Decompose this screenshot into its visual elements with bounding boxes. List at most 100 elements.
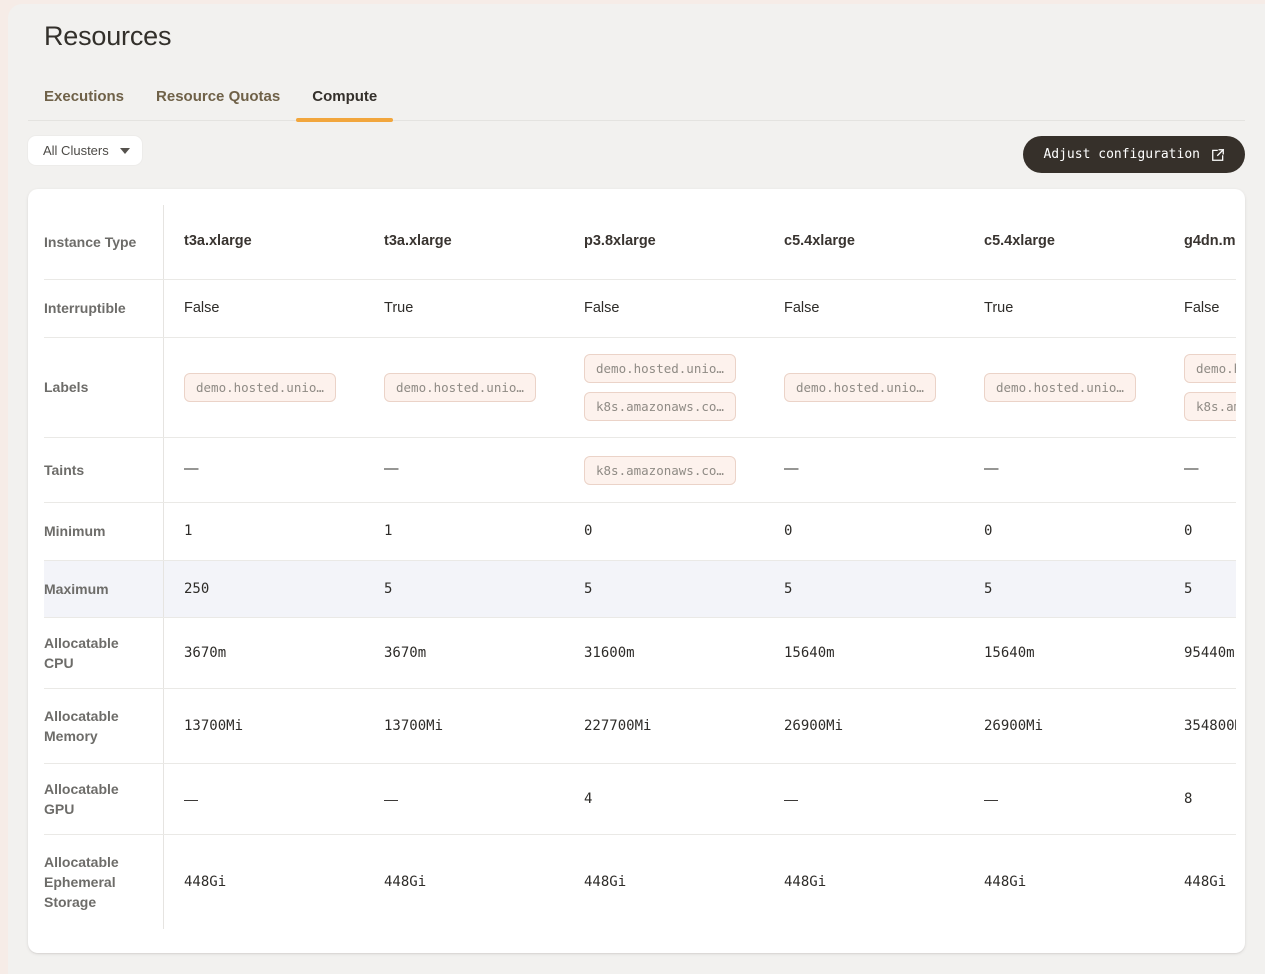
row-label-minimum: Minimum [44, 503, 164, 560]
table-row-allocatable-memory: Allocatable Memory13700Mi13700Mi227700Mi… [44, 688, 1236, 763]
main-panel: Resources Executions Resource Quotas Com… [8, 4, 1265, 974]
cell-minimum-col3: 0 [564, 503, 764, 560]
cell-allocatable-ephemeral-storage-col1: 448Gi [164, 835, 364, 929]
cell-interruptible-col2: True [364, 280, 564, 337]
row-label-labels: Labels [44, 338, 164, 437]
cell-instance-type-col5: c5.4xlarge [964, 205, 1164, 279]
cell-allocatable-memory-col6: 354800Mi [1164, 689, 1236, 763]
row-label-allocatable-cpu: Allocatable CPU [44, 618, 164, 688]
cell-allocatable-memory-col4: 26900Mi [764, 689, 964, 763]
controls-row: All Clusters Adjust configuration [28, 136, 1245, 173]
table-row-allocatable-gpu: Allocatable GPU——4——8 [44, 763, 1236, 834]
cell-instance-type-col4: c5.4xlarge [764, 205, 964, 279]
row-label-allocatable-ephemeral-storage: Allocatable Ephemeral Storage [44, 835, 164, 929]
cluster-filter-dropdown[interactable]: All Clusters [28, 136, 142, 165]
cell-allocatable-gpu-col2: — [364, 764, 564, 834]
cell-taints-col1: — [164, 438, 364, 502]
label-chip: demo.hosted.unio… [384, 373, 536, 402]
cell-minimum-col2: 1 [364, 503, 564, 560]
cell-allocatable-gpu-col6: 8 [1164, 764, 1236, 834]
table-row-labels: Labels demo.hosted.unio… demo.hosted.unio…… [44, 337, 1236, 437]
cell-minimum-col1: 1 [164, 503, 364, 560]
table-clip: Instance Typet3a.xlarget3a.xlargep3.8xla… [44, 205, 1236, 929]
tab-bar: Executions Resource Quotas Compute [28, 80, 1245, 121]
taint-chip: k8s.amazonaws.co… [584, 456, 736, 485]
cell-allocatable-ephemeral-storage-col6: 448Gi [1164, 835, 1236, 929]
cell-instance-type-col3: p3.8xlarge [564, 205, 764, 279]
cell-allocatable-ephemeral-storage-col3: 448Gi [564, 835, 764, 929]
label-chip: k8s.amazonaws.co… [1184, 392, 1236, 421]
cell-instance-type-col2: t3a.xlarge [364, 205, 564, 279]
tab-resource-quotas[interactable]: Resource Quotas [140, 80, 296, 120]
page-title: Resources [44, 18, 1245, 54]
table-row-minimum: Minimum110000 [44, 502, 1236, 560]
label-chip: k8s.amazonaws.co… [584, 392, 736, 421]
cell-allocatable-ephemeral-storage-col4: 448Gi [764, 835, 964, 929]
cell-taints-col5: — [964, 438, 1164, 502]
cell-minimum-col6: 0 [1164, 503, 1236, 560]
cell-interruptible-col4: False [764, 280, 964, 337]
cell-interruptible-col5: True [964, 280, 1164, 337]
cell-allocatable-gpu-col4: — [764, 764, 964, 834]
cell-labels-col5: demo.hosted.unio… [964, 338, 1164, 437]
tab-executions[interactable]: Executions [28, 80, 140, 120]
label-chip: demo.hosted.unio… [184, 373, 336, 402]
cell-instance-type-col1: t3a.xlarge [164, 205, 364, 279]
label-chip: demo.hosted.unio… [784, 373, 936, 402]
row-label-interruptible: Interruptible [44, 280, 164, 337]
row-label-allocatable-memory: Allocatable Memory [44, 689, 164, 763]
cell-allocatable-cpu-col6: 95440m [1164, 618, 1236, 688]
table-row-maximum: Maximum25055555 [44, 560, 1236, 617]
cell-labels-col2: demo.hosted.unio… [364, 338, 564, 437]
row-label-instance-type: Instance Type [44, 205, 164, 279]
cell-allocatable-memory-col2: 13700Mi [364, 689, 564, 763]
cell-interruptible-col6: False [1164, 280, 1236, 337]
cluster-filter-value: All Clusters [43, 143, 109, 158]
cell-allocatable-cpu-col5: 15640m [964, 618, 1164, 688]
tab-compute[interactable]: Compute [296, 80, 393, 120]
adjust-configuration-label: Adjust configuration [1043, 147, 1200, 162]
adjust-configuration-button[interactable]: Adjust configuration [1023, 136, 1245, 173]
table-row-allocatable-ephemeral-storage: Allocatable Ephemeral Storage448Gi448Gi4… [44, 834, 1236, 929]
cell-interruptible-col3: False [564, 280, 764, 337]
cell-allocatable-memory-col3: 227700Mi [564, 689, 764, 763]
cell-maximum-col3: 5 [564, 561, 764, 617]
cell-maximum-col5: 5 [964, 561, 1164, 617]
cell-labels-col3: demo.hosted.unio…k8s.amazonaws.co… [564, 338, 764, 437]
table-row-taints: Taints——k8s.amazonaws.co…——— [44, 437, 1236, 502]
cell-minimum-col5: 0 [964, 503, 1164, 560]
cell-instance-type-col6: g4dn.metal [1164, 205, 1236, 279]
external-link-icon [1211, 148, 1225, 162]
cell-taints-col2: — [364, 438, 564, 502]
compute-table-card: Instance Typet3a.xlarget3a.xlargep3.8xla… [28, 189, 1245, 953]
compute-table: Instance Typet3a.xlarget3a.xlargep3.8xla… [44, 205, 1236, 929]
row-label-taints: Taints [44, 438, 164, 502]
cell-interruptible-col1: False [164, 280, 364, 337]
cell-allocatable-gpu-col3: 4 [564, 764, 764, 834]
cell-allocatable-gpu-col1: — [164, 764, 364, 834]
label-chip: demo.hosted.unio… [1184, 354, 1236, 383]
row-label-maximum: Maximum [44, 561, 164, 617]
cell-minimum-col4: 0 [764, 503, 964, 560]
cell-taints-col3: k8s.amazonaws.co… [564, 438, 764, 502]
table-row-instance-type: Instance Typet3a.xlarget3a.xlargep3.8xla… [44, 205, 1236, 279]
table-row-interruptible: InterruptibleFalseTrueFalseFalseTrueFals… [44, 279, 1236, 337]
cell-maximum-col4: 5 [764, 561, 964, 617]
cell-allocatable-ephemeral-storage-col2: 448Gi [364, 835, 564, 929]
cell-allocatable-cpu-col4: 15640m [764, 618, 964, 688]
cell-labels-col6: demo.hosted.unio… k8s.amazonaws.co… [1164, 338, 1236, 437]
cell-maximum-col1: 250 [164, 561, 364, 617]
cell-allocatable-cpu-col3: 31600m [564, 618, 764, 688]
cell-allocatable-cpu-col1: 3670m [164, 618, 364, 688]
row-label-allocatable-gpu: Allocatable GPU [44, 764, 164, 834]
cell-labels-col4: demo.hosted.unio… [764, 338, 964, 437]
label-chip: demo.hosted.unio… [984, 373, 1136, 402]
cell-allocatable-ephemeral-storage-col5: 448Gi [964, 835, 1164, 929]
cell-maximum-col2: 5 [364, 561, 564, 617]
cell-allocatable-memory-col1: 13700Mi [164, 689, 364, 763]
cell-allocatable-cpu-col2: 3670m [364, 618, 564, 688]
cell-labels-col1: demo.hosted.unio… [164, 338, 364, 437]
cell-allocatable-memory-col5: 26900Mi [964, 689, 1164, 763]
table-row-allocatable-cpu: Allocatable CPU3670m3670m31600m15640m156… [44, 617, 1236, 688]
cell-taints-col4: — [764, 438, 964, 502]
